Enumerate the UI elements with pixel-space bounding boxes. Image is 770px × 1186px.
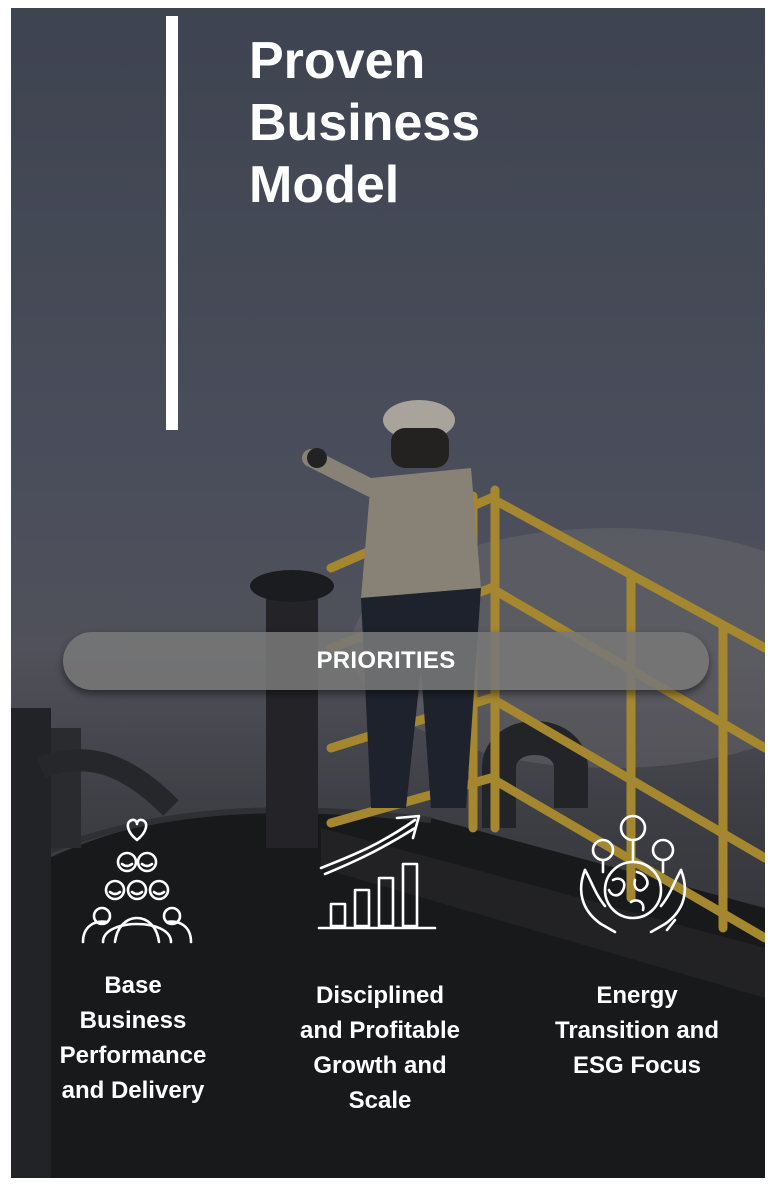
- pillar-label-base-business: Base Business Performance and Delivery: [59, 972, 207, 1104]
- page-title: Proven Business Model: [249, 30, 669, 216]
- slide: Proven Business Model PRIORITIES Base Bu…: [11, 8, 765, 1178]
- title-accent-bar: [166, 16, 178, 430]
- earth-hands-icon: [579, 814, 687, 934]
- title-line-2: Business: [249, 94, 481, 152]
- people-heart-icon: [81, 818, 193, 944]
- growth-chart-icon: [317, 814, 437, 930]
- priorities-label: PRIORITIES: [316, 647, 456, 674]
- title-line-1: Proven: [249, 32, 426, 90]
- priorities-banner: PRIORITIES: [63, 632, 709, 690]
- pillar-label-growth: Disciplined and Profitable Growth and Sc…: [299, 982, 461, 1114]
- title-line-3: Model: [249, 156, 400, 214]
- pillar-label-energy-transition: Energy Transition and ESG Focus: [554, 982, 719, 1079]
